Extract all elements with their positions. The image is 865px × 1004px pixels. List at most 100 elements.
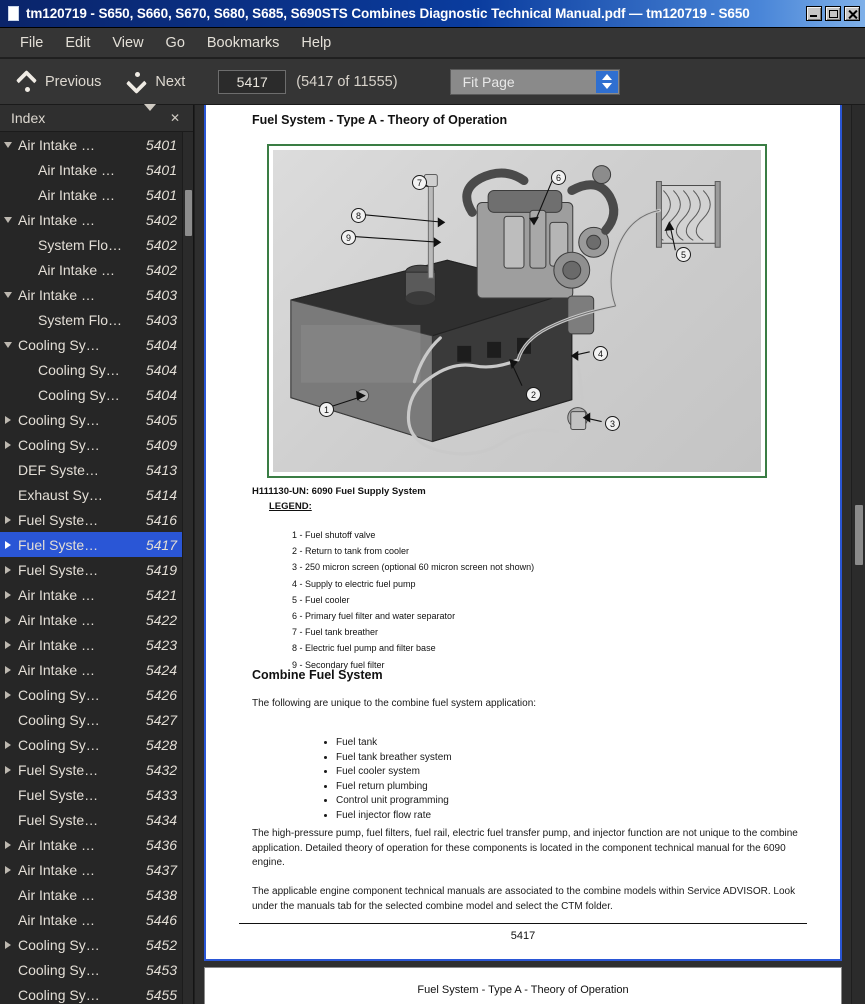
menu-item-bookmarks[interactable]: Bookmarks: [196, 32, 291, 54]
index-row[interactable]: Air Intake … 5421: [0, 582, 193, 607]
index-row-label: Air Intake …: [18, 211, 96, 228]
bullet-item: Fuel tank breather system: [336, 751, 452, 766]
index-row[interactable]: Air Intake … 5401: [0, 157, 193, 182]
index-row[interactable]: Cooling Sy… 5455: [0, 982, 193, 1004]
index-row[interactable]: Air Intake … 5446: [0, 907, 193, 932]
twisty-expanded-icon[interactable]: [0, 291, 16, 298]
index-row[interactable]: Fuel Syste… 5432: [0, 757, 193, 782]
index-row-label: Air Intake …: [18, 861, 96, 878]
twisty-collapsed-icon[interactable]: [0, 940, 16, 949]
next-page-button[interactable]: Next: [122, 68, 190, 96]
twisty-collapsed-icon[interactable]: [0, 515, 16, 524]
menu-item-edit[interactable]: Edit: [54, 32, 101, 54]
fuel-system-diagram-svg: [290, 165, 721, 456]
index-row-page: 5446: [145, 911, 177, 928]
body-paragraph-3: The applicable engine component technica…: [252, 886, 796, 912]
index-row[interactable]: Fuel Syste… 5417: [0, 532, 193, 557]
index-row-page: 5409: [145, 436, 177, 453]
zoom-stepper-icon[interactable]: [595, 70, 618, 93]
index-row[interactable]: Air Intake … 5436: [0, 832, 193, 857]
index-row[interactable]: Cooling Sy… 5409: [0, 432, 193, 457]
index-row[interactable]: Cooling Sy… 5453: [0, 957, 193, 982]
maximize-button[interactable]: [825, 6, 841, 21]
menu-item-help[interactable]: Help: [290, 32, 342, 54]
minimize-button[interactable]: [806, 6, 822, 21]
sidebar-scrollbar[interactable]: [182, 132, 193, 1004]
index-row[interactable]: Air Intake … 5437: [0, 857, 193, 882]
index-list[interactable]: Air Intake … 5401 Air Intake … 5401 Air Inta…: [0, 132, 193, 1004]
index-row[interactable]: Air Intake … 5438: [0, 882, 193, 907]
twisty-collapsed-icon[interactable]: [0, 590, 16, 599]
sidebar-dropdown-icon[interactable]: [137, 104, 163, 127]
index-row[interactable]: System Flo… 5402: [0, 232, 193, 257]
index-row[interactable]: System Flo… 5403: [0, 307, 193, 332]
index-row-label: Fuel Syste…: [18, 761, 99, 778]
page-number-input[interactable]: [218, 69, 287, 94]
index-row[interactable]: Fuel Syste… 5419: [0, 557, 193, 582]
index-row[interactable]: Cooling Sy… 5404: [0, 382, 193, 407]
window-titlebar: tm120719 - S650, S660, S670, S680, S685,…: [0, 0, 865, 28]
index-row[interactable]: Cooling Sy… 5405: [0, 407, 193, 432]
index-row[interactable]: Air Intake … 5403: [0, 282, 193, 307]
twisty-collapsed-icon[interactable]: [0, 640, 16, 649]
index-row[interactable]: Fuel Syste… 5433: [0, 782, 193, 807]
index-row-label: Air Intake …: [18, 886, 96, 903]
twisty-collapsed-icon[interactable]: [0, 440, 16, 449]
index-row-page: 5434: [145, 811, 177, 828]
index-row-label: Air Intake …: [18, 136, 96, 153]
legend-list: 1 - Fuel shutoff valve 2 - Return to tank…: [252, 530, 812, 676]
twisty-collapsed-icon[interactable]: [0, 840, 16, 849]
sidebar-scrollbar-thumb[interactable]: [185, 190, 192, 236]
twisty-collapsed-icon[interactable]: [0, 615, 16, 624]
menu-item-file[interactable]: File: [9, 32, 54, 54]
index-row[interactable]: Cooling Sy… 5404: [0, 357, 193, 382]
twisty-collapsed-icon[interactable]: [0, 740, 16, 749]
index-row[interactable]: Air Intake … 5402: [0, 257, 193, 282]
index-row[interactable]: Cooling Sy… 5427: [0, 707, 193, 732]
index-row-label: Fuel Syste…: [18, 561, 99, 578]
index-row-page: 5433: [145, 786, 177, 803]
index-row[interactable]: Fuel Syste… 5416: [0, 507, 193, 532]
zoom-level-select[interactable]: Fit Page: [449, 68, 620, 95]
twisty-collapsed-icon[interactable]: [0, 865, 16, 874]
twisty-expanded-icon[interactable]: [0, 216, 16, 223]
index-row[interactable]: Cooling Sy… 5452: [0, 932, 193, 957]
twisty-collapsed-icon[interactable]: [0, 565, 16, 574]
index-row[interactable]: Air Intake … 5423: [0, 632, 193, 657]
menu-item-go[interactable]: Go: [155, 32, 196, 54]
document-scrollbar-thumb[interactable]: [855, 505, 863, 565]
twisty-collapsed-icon[interactable]: [0, 415, 16, 424]
twisty-collapsed-icon[interactable]: [0, 690, 16, 699]
bullet-item: Control unit programming: [336, 794, 452, 809]
index-row[interactable]: Cooling Sy… 5426: [0, 682, 193, 707]
index-row[interactable]: Cooling Sy… 5428: [0, 732, 193, 757]
sidebar-close-icon[interactable]: ✕: [163, 109, 187, 127]
twisty-expanded-icon[interactable]: [0, 141, 16, 148]
index-row[interactable]: Air Intake … 5401: [0, 182, 193, 207]
page-title: Fuel System - Type A - Theory of Operati…: [252, 113, 508, 127]
bullet-item: Fuel injector flow rate: [336, 809, 452, 824]
document-scrollbar[interactable]: [851, 105, 865, 1004]
index-row[interactable]: Air Intake … 5422: [0, 607, 193, 632]
twisty-collapsed-icon[interactable]: [0, 665, 16, 674]
figure-callout-3: 3: [605, 416, 620, 431]
menu-item-view[interactable]: View: [101, 32, 154, 54]
twisty-collapsed-icon[interactable]: [0, 765, 16, 774]
index-row-page: 5453: [145, 961, 177, 978]
bullet-item: Fuel tank: [336, 736, 452, 751]
twisty-expanded-icon[interactable]: [0, 341, 16, 348]
bullet-list: Fuel tankFuel tank breather systemFuel c…: [284, 736, 452, 824]
index-row[interactable]: Exhaust Sy… 5414: [0, 482, 193, 507]
index-row-page: 5419: [145, 561, 177, 578]
twisty-collapsed-icon[interactable]: [0, 540, 16, 549]
previous-page-button[interactable]: Previous: [12, 68, 106, 96]
index-row[interactable]: DEF Syste… 5413: [0, 457, 193, 482]
index-row[interactable]: Cooling Sy… 5404: [0, 332, 193, 357]
bullet-item: Fuel cooler system: [336, 765, 452, 780]
index-row[interactable]: Air Intake … 5401: [0, 132, 193, 157]
document-viewport[interactable]: Fuel System - Type A - Theory of Operati…: [195, 105, 865, 1004]
close-button[interactable]: [844, 6, 860, 21]
index-row[interactable]: Air Intake … 5402: [0, 207, 193, 232]
index-row[interactable]: Air Intake … 5424: [0, 657, 193, 682]
index-row[interactable]: Fuel Syste… 5434: [0, 807, 193, 832]
